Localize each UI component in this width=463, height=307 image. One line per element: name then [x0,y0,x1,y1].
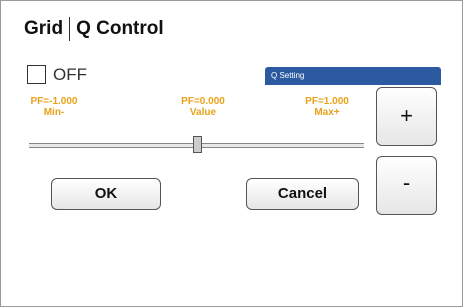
dialog-title: Grid Q Control [24,17,164,41]
q-setting-header: Q Setting [265,67,441,85]
pf-min-value: PF=-1.000 [30,96,78,107]
ok-button[interactable]: OK [51,178,161,210]
grid-q-control-dialog: Grid Q Control OFF Q Setting PF=-1.000 M… [0,0,463,307]
increase-button[interactable]: + [376,87,437,146]
title-separator [69,17,71,41]
off-label: OFF [53,65,87,84]
title-q-control: Q Control [76,18,164,39]
title-grid: Grid [24,18,64,39]
pf-slider-thumb[interactable] [192,136,202,153]
pf-min-indicator: PF=-1.000 Min- [9,96,99,118]
pf-value-indicator: PF=0.000 Value [158,96,248,118]
pf-current-value: PF=0.000 [181,96,225,107]
pf-max-value: PF=1.000 [305,96,349,107]
decrease-button[interactable]: - [376,156,437,215]
off-toggle-row[interactable]: OFF [27,65,87,84]
pf-max-indicator: PF=1.000 Max+ [282,96,372,118]
pf-min-label: Min- [43,107,65,118]
off-checkbox[interactable] [27,65,46,84]
pf-value-label: Value [189,107,217,118]
cancel-button[interactable]: Cancel [246,178,359,210]
pf-max-label: Max+ [314,107,340,118]
